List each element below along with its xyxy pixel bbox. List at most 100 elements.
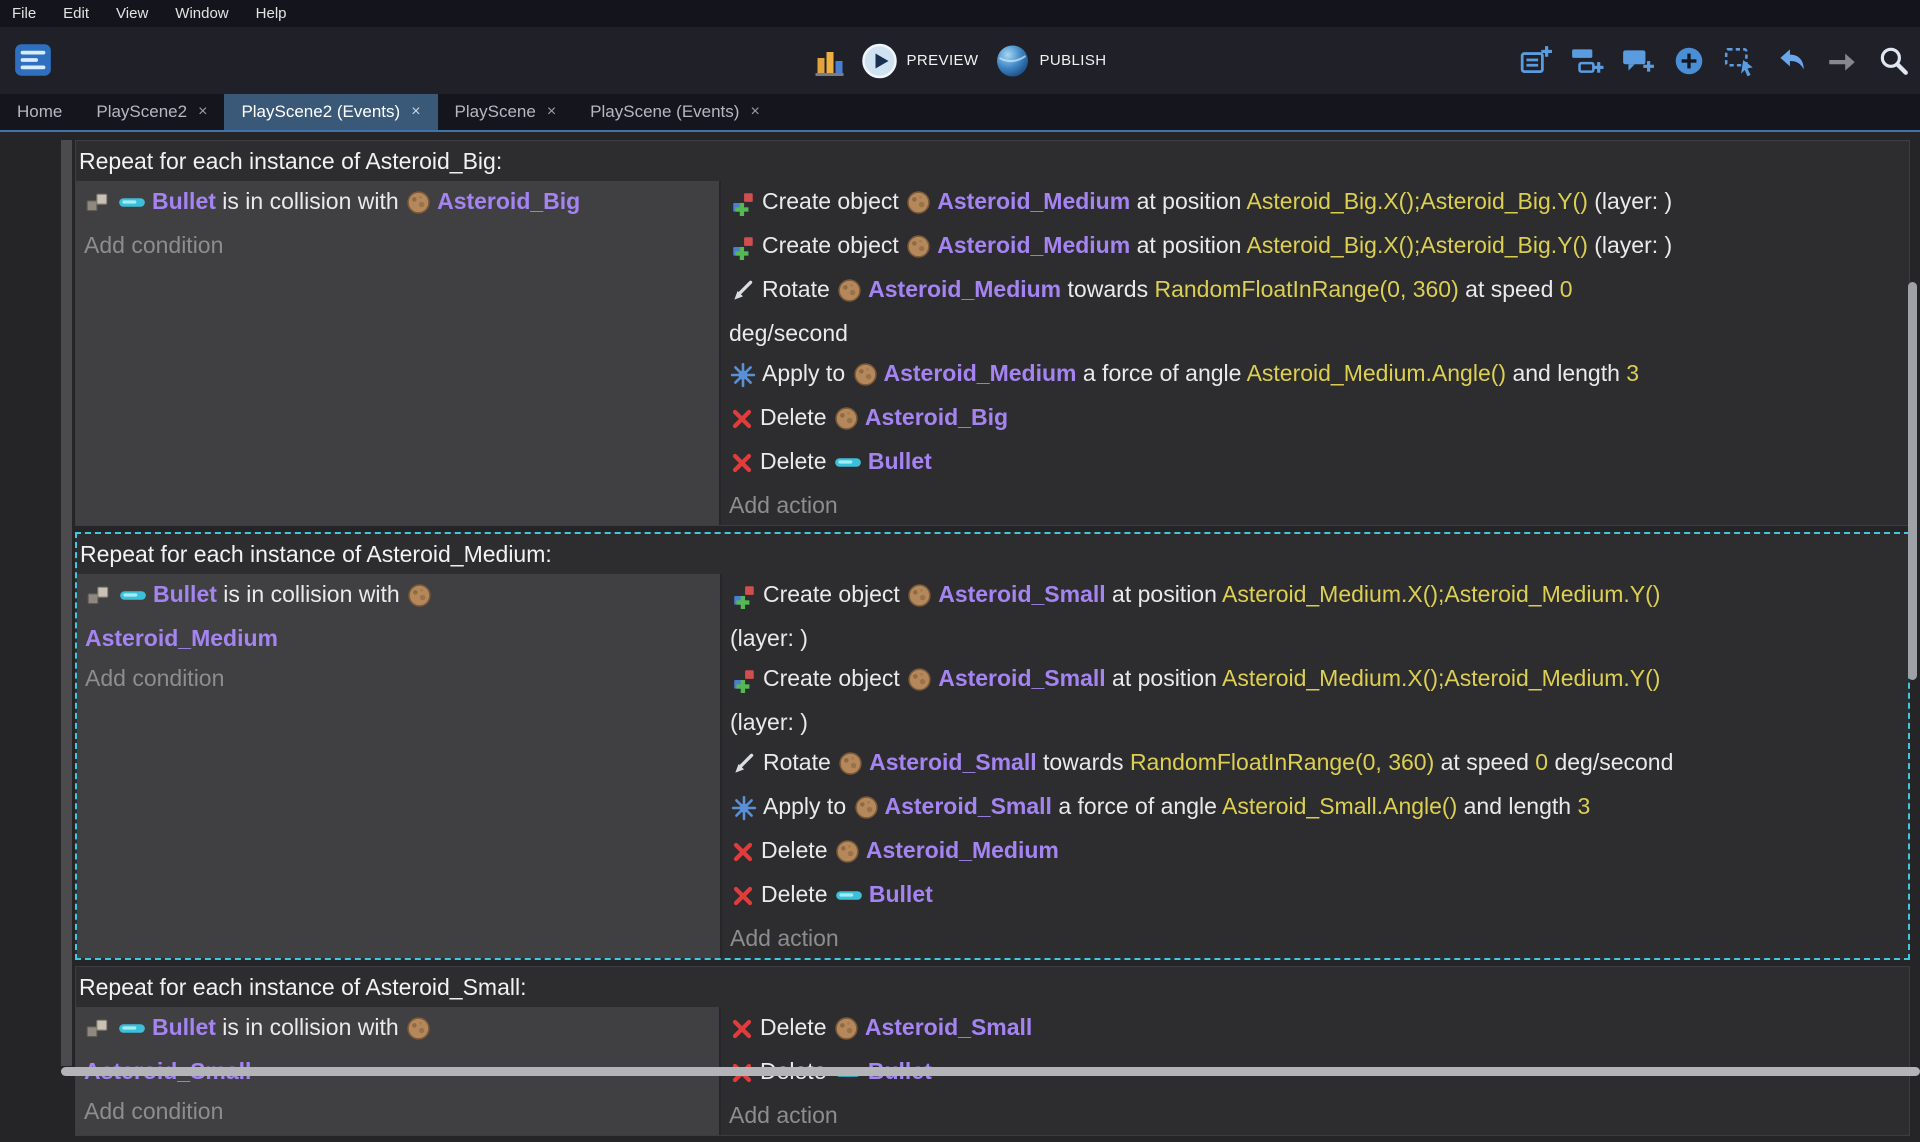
asteroid-icon xyxy=(853,353,878,393)
action-row[interactable]: Rotate Asteroid_Medium towards RandomFlo… xyxy=(729,269,1901,353)
action-row[interactable]: Delete Asteroid_Small xyxy=(729,1007,1901,1051)
menu-item-file[interactable]: File xyxy=(12,5,36,22)
tab-close-icon[interactable]: × xyxy=(198,103,207,121)
condition-row[interactable]: Bullet is in collision with Asteroid_Sma… xyxy=(84,1007,711,1091)
vertical-scrollbar-thumb[interactable] xyxy=(1908,282,1917,680)
event-sheet: Repeat for each instance of Asteroid_Big… xyxy=(0,132,1920,1078)
action-row[interactable]: Apply to Asteroid_Small a force of angle… xyxy=(730,786,1900,830)
text-segment: Asteroid_Medium xyxy=(884,360,1077,386)
publish-globe-icon xyxy=(994,43,1030,79)
text-segment: Create object xyxy=(762,232,905,258)
text-segment: deg/second xyxy=(729,320,848,346)
publish-label: PUBLISH xyxy=(1039,52,1106,69)
action-row[interactable]: Delete Bullet xyxy=(730,874,1900,918)
create-icon xyxy=(731,658,757,698)
tab-playscene2[interactable]: PlayScene2× xyxy=(79,94,224,130)
rotate-icon xyxy=(730,269,756,309)
text-segment: Add action xyxy=(729,492,838,518)
force-icon xyxy=(731,786,757,826)
text-segment: Bullet xyxy=(152,188,216,214)
add-action-button[interactable]: Add action xyxy=(729,1095,1901,1135)
building-icon[interactable] xyxy=(814,45,846,77)
text-segment: at position xyxy=(1130,188,1246,214)
text-segment: Create object xyxy=(762,188,905,214)
menu-bar: File Edit View Window Help xyxy=(0,0,1920,27)
text-segment: towards xyxy=(1061,276,1154,302)
collision-icon xyxy=(86,574,112,614)
bullet-icon xyxy=(118,1007,146,1047)
tab-playscene[interactable]: PlayScene× xyxy=(438,94,574,130)
text-segment: Add action xyxy=(729,1102,838,1128)
select-event-icon[interactable] xyxy=(1723,44,1757,78)
text-segment: at speed xyxy=(1459,276,1560,302)
action-row[interactable]: Delete Asteroid_Medium xyxy=(730,830,1900,874)
tab-bar: HomePlayScene2×PlayScene2 (Events)×PlayS… xyxy=(0,94,1920,132)
text-segment: a force of angle xyxy=(1052,793,1222,819)
event-header[interactable]: Repeat for each instance of Asteroid_Sma… xyxy=(76,967,1909,1007)
text-segment: at speed xyxy=(1434,749,1535,775)
delete-icon xyxy=(730,397,754,437)
add-new-icon[interactable] xyxy=(1672,44,1706,78)
text-segment: is in collision with xyxy=(216,188,405,214)
add-condition-button[interactable]: Add condition xyxy=(85,658,712,698)
action-row[interactable]: Delete Asteroid_Big xyxy=(729,397,1901,441)
text-segment: and length xyxy=(1506,360,1626,386)
text-segment: (layer: ) xyxy=(1588,232,1672,258)
menu-item-help[interactable]: Help xyxy=(256,5,287,22)
asteroid-icon xyxy=(906,225,931,265)
text-segment: Delete xyxy=(760,404,833,430)
text-segment: Add condition xyxy=(85,665,224,691)
project-manager-icon[interactable] xyxy=(12,39,54,81)
event-header[interactable]: Repeat for each instance of Asteroid_Big… xyxy=(76,141,1909,181)
delete-icon xyxy=(731,830,755,870)
action-row[interactable]: Apply to Asteroid_Medium a force of angl… xyxy=(729,353,1901,397)
preview-button[interactable]: PREVIEW xyxy=(862,43,979,79)
add-subevent-icon[interactable] xyxy=(1570,44,1604,78)
tab-close-icon[interactable]: × xyxy=(411,103,420,121)
horizontal-scrollbar-thumb[interactable] xyxy=(61,1067,1920,1076)
action-row[interactable]: Create object Asteroid_Small at position… xyxy=(730,658,1900,742)
add-condition-button[interactable]: Add condition xyxy=(84,225,711,265)
tab-home[interactable]: Home xyxy=(0,94,79,130)
text-segment: Bullet xyxy=(152,1014,216,1040)
action-row[interactable]: Create object Asteroid_Medium at positio… xyxy=(729,225,1901,269)
menu-item-edit[interactable]: Edit xyxy=(63,5,89,22)
event-selection-gutter[interactable] xyxy=(61,140,72,1066)
event-block[interactable]: Repeat for each instance of Asteroid_Med… xyxy=(75,532,1910,960)
publish-button[interactable]: PUBLISH xyxy=(994,43,1106,79)
tab-playscene-events[interactable]: PlayScene (Events)× xyxy=(573,94,777,130)
add-event-icon[interactable] xyxy=(1519,44,1553,78)
event-header[interactable]: Repeat for each instance of Asteroid_Med… xyxy=(77,534,1908,574)
event-block[interactable]: Repeat for each instance of Asteroid_Sma… xyxy=(75,966,1910,1136)
bullet-icon xyxy=(118,181,146,221)
add-action-button[interactable]: Add action xyxy=(730,918,1900,958)
action-row[interactable]: Rotate Asteroid_Small towards RandomFloa… xyxy=(730,742,1900,786)
condition-row[interactable]: Bullet is in collision with Asteroid_Big xyxy=(84,181,711,225)
text-segment: RandomFloatInRange(0, 360) xyxy=(1130,749,1434,775)
collision-icon xyxy=(85,1007,111,1047)
delete-icon xyxy=(731,874,755,914)
menu-item-view[interactable]: View xyxy=(116,5,148,22)
condition-row[interactable]: Bullet is in collision with Asteroid_Med… xyxy=(85,574,712,658)
menu-item-window[interactable]: Window xyxy=(175,5,228,22)
search-icon[interactable] xyxy=(1876,44,1910,78)
text-segment: Delete xyxy=(761,881,834,907)
preview-label: PREVIEW xyxy=(907,52,979,69)
add-condition-button[interactable]: Add condition xyxy=(84,1091,711,1131)
add-comment-icon[interactable] xyxy=(1621,44,1655,78)
event-block[interactable]: Repeat for each instance of Asteroid_Big… xyxy=(75,140,1910,526)
tab-close-icon[interactable]: × xyxy=(547,103,556,121)
redo-icon[interactable] xyxy=(1825,44,1859,78)
text-segment: Asteroid_Medium.X();Asteroid_Medium.Y() xyxy=(1222,665,1660,691)
bullet-icon xyxy=(119,574,147,614)
action-row[interactable]: Delete Bullet xyxy=(729,441,1901,485)
text-segment: Rotate xyxy=(762,276,836,302)
action-row[interactable]: Create object Asteroid_Medium at positio… xyxy=(729,181,1901,225)
tab-close-icon[interactable]: × xyxy=(750,103,759,121)
add-action-button[interactable]: Add action xyxy=(729,485,1901,525)
action-row[interactable]: Create object Asteroid_Small at position… xyxy=(730,574,1900,658)
undo-icon[interactable] xyxy=(1774,44,1808,78)
tab-playscene2-events[interactable]: PlayScene2 (Events)× xyxy=(224,94,437,130)
force-icon xyxy=(730,353,756,393)
text-segment: Delete xyxy=(760,1014,833,1040)
